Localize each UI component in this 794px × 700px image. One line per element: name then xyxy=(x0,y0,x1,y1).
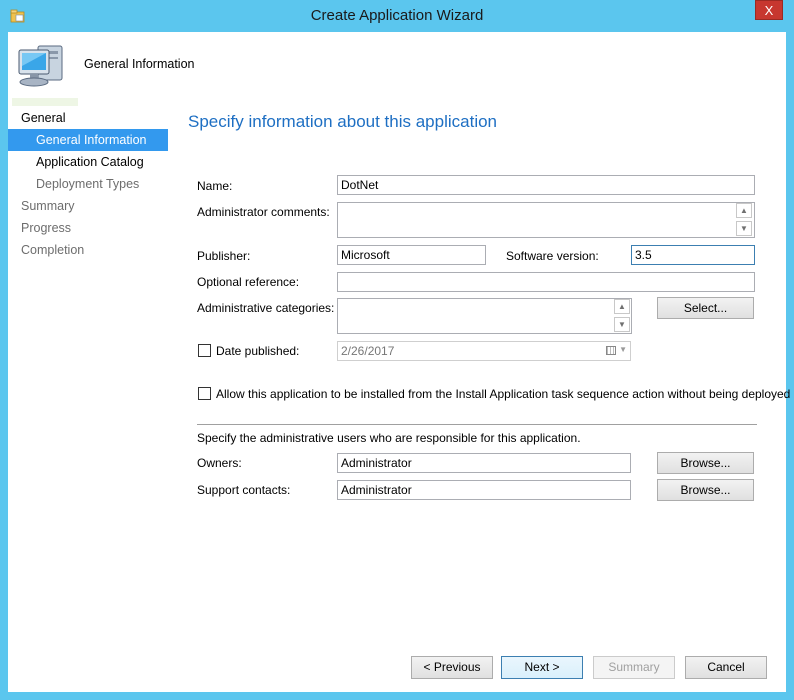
nav-item-summary[interactable]: Summary xyxy=(21,195,74,217)
software-version-input[interactable]: 3.5 xyxy=(631,245,755,265)
optional-reference-input[interactable] xyxy=(337,272,755,292)
owners-label: Owners: xyxy=(197,456,242,470)
nav-item-general[interactable]: General xyxy=(21,107,65,129)
cancel-button[interactable]: Cancel xyxy=(685,656,767,679)
name-label: Name: xyxy=(197,179,233,193)
owners-input[interactable]: Administrator xyxy=(337,453,631,473)
wizard-header: General Information xyxy=(8,32,786,96)
summary-button[interactable]: Summary xyxy=(593,656,675,679)
owners-browse-button[interactable]: Browse... xyxy=(657,452,754,474)
admin-categories-input[interactable] xyxy=(337,298,632,334)
nav-item-general-information[interactable]: General Information xyxy=(8,129,168,151)
next-button[interactable]: Next > xyxy=(501,656,583,679)
header-page-title: General Information xyxy=(84,57,195,71)
date-published-picker[interactable]: 2/26/2017 ▼ xyxy=(337,341,631,361)
admin-categories-label: Administrative categories: xyxy=(197,301,335,315)
optional-reference-label: Optional reference: xyxy=(197,275,300,289)
scroll-up-icon[interactable]: ▲ xyxy=(614,299,630,314)
admin-categories-scrollbar[interactable]: ▲ ▼ xyxy=(614,299,630,333)
nav-item-completion[interactable]: Completion xyxy=(21,239,84,261)
publisher-label: Publisher: xyxy=(197,249,251,263)
scroll-down-icon[interactable]: ▼ xyxy=(614,317,630,332)
allow-install-label: Allow this application to be installed f… xyxy=(216,387,791,401)
software-version-label: Software version: xyxy=(506,249,599,263)
name-input[interactable]: DotNet xyxy=(337,175,755,195)
window-title: Create Application Wizard xyxy=(310,7,484,24)
nav-item-progress[interactable]: Progress xyxy=(21,217,71,239)
previous-button[interactable]: < Previous xyxy=(411,656,493,679)
chevron-down-icon: ▼ xyxy=(619,345,627,354)
calendar-icon xyxy=(606,346,616,355)
support-contacts-browse-button[interactable]: Browse... xyxy=(657,479,754,501)
date-published-value: 2/26/2017 xyxy=(341,344,395,358)
admin-comments-scrollbar[interactable]: ▲ ▼ xyxy=(736,203,752,237)
publisher-input[interactable]: Microsoft xyxy=(337,245,486,265)
admin-comments-input[interactable] xyxy=(337,202,755,238)
section-divider xyxy=(197,424,757,425)
admin-comments-label: Administrator comments: xyxy=(197,205,330,219)
title-bar: Create Application Wizard X xyxy=(0,0,794,32)
computer-icon xyxy=(18,45,63,87)
scroll-down-icon[interactable]: ▼ xyxy=(736,221,752,236)
nav-item-application-catalog[interactable]: Application Catalog xyxy=(36,151,144,173)
select-categories-button[interactable]: Select... xyxy=(657,297,754,319)
support-contacts-label: Support contacts: xyxy=(197,483,291,497)
scroll-up-icon[interactable]: ▲ xyxy=(736,203,752,218)
date-published-label: Date published: xyxy=(216,344,300,358)
support-contacts-input[interactable]: Administrator xyxy=(337,480,631,500)
responsible-users-text: Specify the administrative users who are… xyxy=(197,431,581,445)
wizard-client-area: General Information General General Info… xyxy=(8,32,790,692)
close-button[interactable]: X xyxy=(755,0,783,20)
page-heading: Specify information about this applicati… xyxy=(188,112,498,131)
nav-item-deployment-types[interactable]: Deployment Types xyxy=(36,173,139,195)
allow-install-checkbox[interactable] xyxy=(198,387,211,400)
header-divider xyxy=(12,98,78,106)
date-published-checkbox[interactable] xyxy=(198,344,211,357)
